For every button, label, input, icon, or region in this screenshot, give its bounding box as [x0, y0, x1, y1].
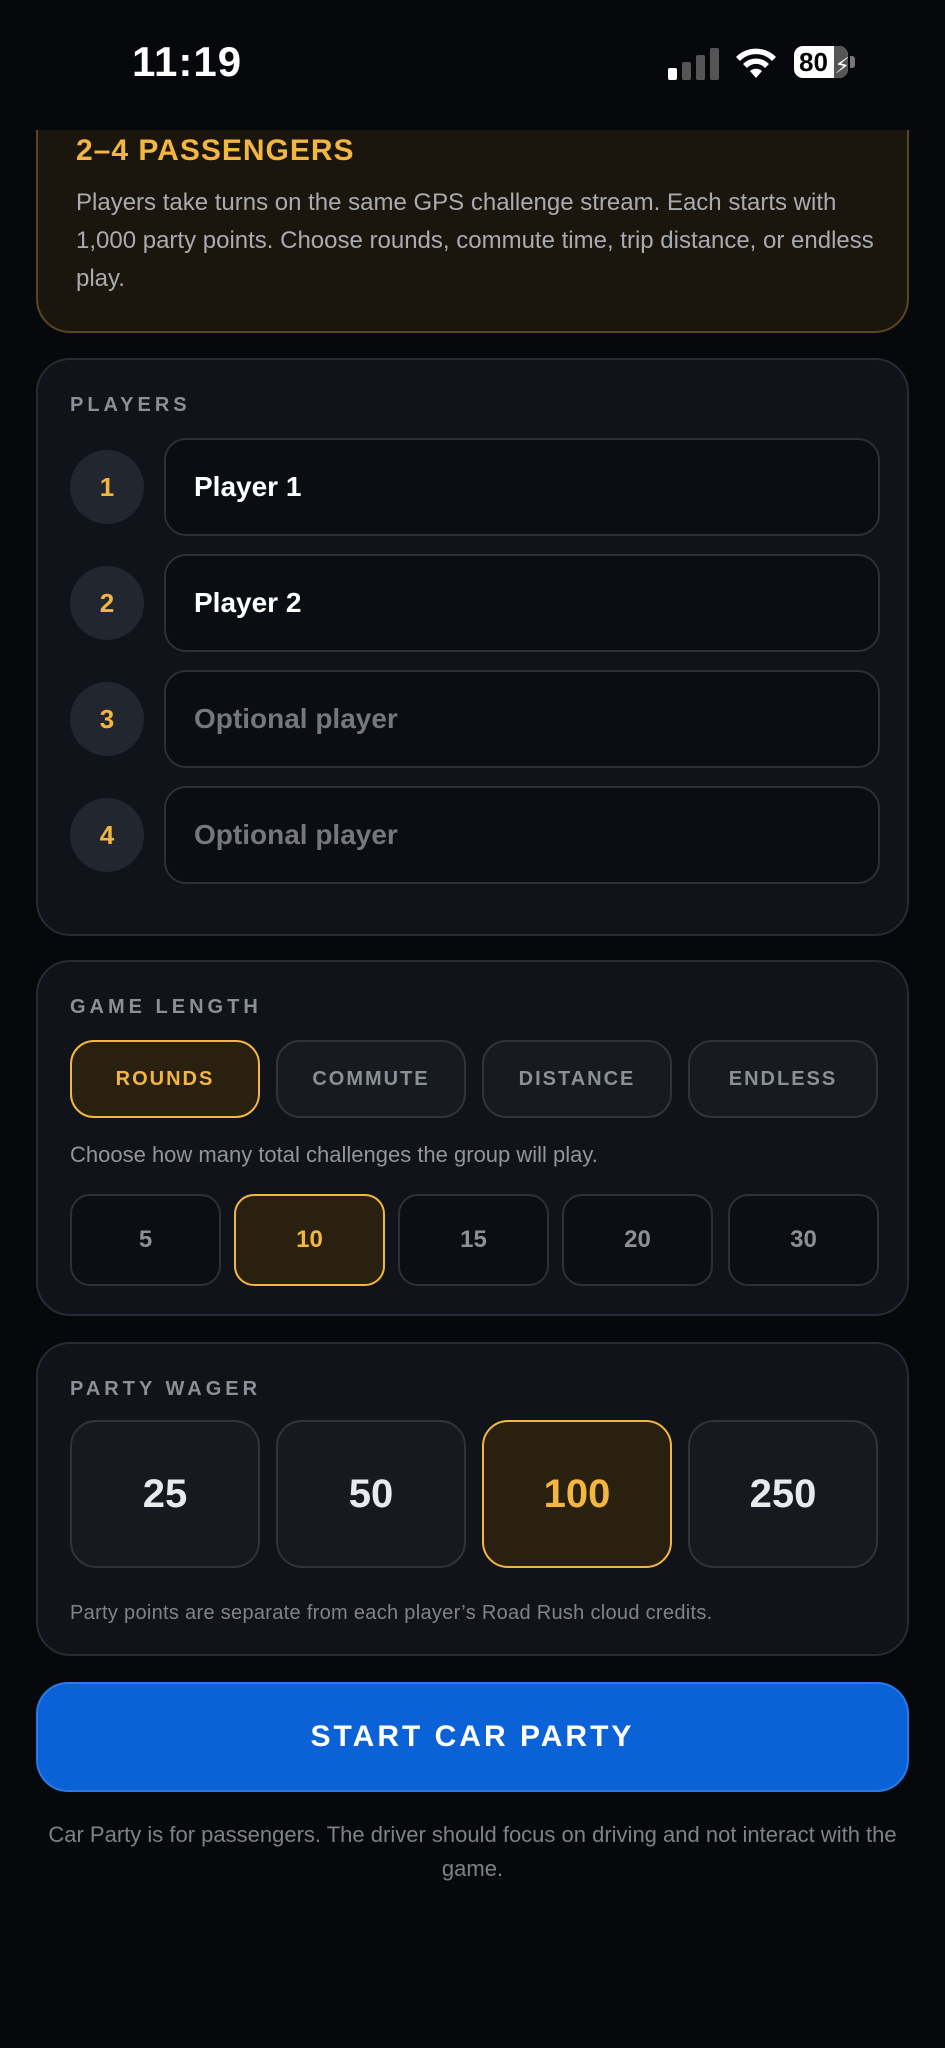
player-row-4: 4: [70, 786, 880, 884]
round-option-30[interactable]: 30: [728, 1194, 879, 1286]
party-wager-section-label: PARTY WAGER: [70, 1378, 262, 1400]
mode-endless-button[interactable]: ENDLESS: [688, 1040, 878, 1118]
player-1-input[interactable]: [164, 438, 880, 536]
driver-safety-note: Car Party is for passengers. The driver …: [48, 1822, 897, 1881]
info-description: Players take turns on the same GPS chall…: [76, 189, 874, 292]
info-title: 2–4 PASSENGERS: [76, 134, 355, 167]
wager-option-50[interactable]: 50: [276, 1420, 466, 1568]
player-row-3: 3: [70, 670, 880, 768]
wager-option-250[interactable]: 250: [688, 1420, 878, 1568]
wifi-icon: [736, 48, 776, 78]
game-length-section-label: GAME LENGTH: [70, 996, 262, 1018]
status-bar: 11:19 80 ⚡: [0, 0, 945, 130]
battery-icon: 80 ⚡: [794, 46, 848, 78]
game-length-card: GAME LENGTH ROUNDS COMMUTE DISTANCE ENDL…: [36, 960, 909, 1316]
start-car-party-button[interactable]: START CAR PARTY: [36, 1682, 909, 1792]
player-2-input[interactable]: [164, 554, 880, 652]
mode-hint: Choose how many total challenges the gro…: [70, 1142, 598, 1167]
cellular-signal-icon: [668, 46, 720, 80]
player-3-input[interactable]: [164, 670, 880, 768]
players-card: PLAYERS 1 2 3 4: [36, 358, 909, 936]
mode-commute-button[interactable]: COMMUTE: [276, 1040, 466, 1118]
round-option-10[interactable]: 10: [234, 1194, 385, 1286]
mode-rounds-button[interactable]: ROUNDS: [70, 1040, 260, 1118]
status-time: 11:19: [132, 38, 243, 85]
players-section-label: PLAYERS: [70, 394, 191, 416]
mode-distance-button[interactable]: DISTANCE: [482, 1040, 672, 1118]
info-card: 2–4 PASSENGERS Players take turns on the…: [36, 130, 909, 333]
round-option-15[interactable]: 15: [398, 1194, 549, 1286]
wager-note: Party points are separate from each play…: [70, 1602, 713, 1624]
player-number-badge: 4: [70, 798, 144, 872]
party-wager-card: PARTY WAGER 25 50 100 250 Party points a…: [36, 1342, 909, 1656]
round-option-20[interactable]: 20: [562, 1194, 713, 1286]
player-row-2: 2: [70, 554, 880, 652]
wager-option-25[interactable]: 25: [70, 1420, 260, 1568]
player-number-badge: 2: [70, 566, 144, 640]
player-number-badge: 1: [70, 450, 144, 524]
round-option-5[interactable]: 5: [70, 1194, 221, 1286]
battery-level: 80: [799, 47, 828, 77]
player-number-badge: 3: [70, 682, 144, 756]
player-row-1: 1: [70, 438, 880, 536]
player-4-input[interactable]: [164, 786, 880, 884]
wager-option-100[interactable]: 100: [482, 1420, 672, 1568]
